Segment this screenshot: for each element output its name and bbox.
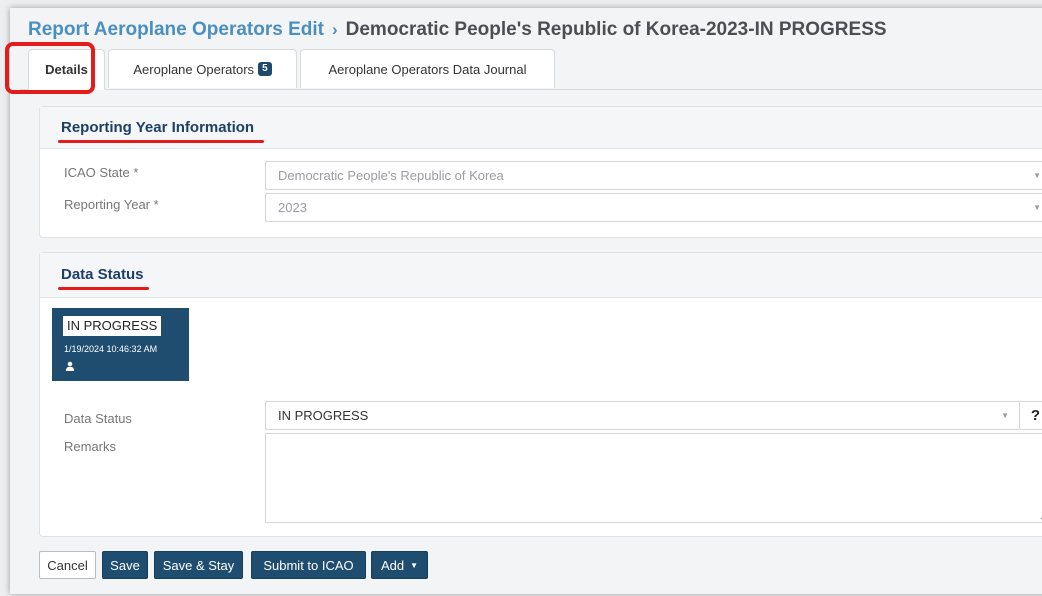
reporting-year-value: 2023 [278, 200, 307, 215]
reporting-year-panel: Reporting Year Information ICAO State * … [39, 106, 1042, 238]
panel-header: Reporting Year Information [40, 107, 1042, 149]
reporting-year-label: Reporting Year * [64, 197, 159, 212]
cancel-button[interactable]: Cancel [39, 551, 96, 579]
tab-data-journal-label: Aeroplane Operators Data Journal [328, 61, 527, 77]
tab-details-label: Details [45, 62, 88, 77]
help-button[interactable]: ? [1020, 401, 1042, 430]
caret-down-icon: ▼ [410, 560, 419, 570]
submit-to-icao-button[interactable]: Submit to ICAO [251, 551, 366, 579]
panel-title: Data Status [61, 266, 144, 283]
panel-title: Reporting Year Information [61, 119, 255, 136]
tab-data-journal[interactable]: Aeroplane Operators Data Journal [300, 49, 555, 88]
page-title: Democratic People's Republic of Korea-20… [345, 19, 887, 40]
tab-aeroplane-operators-label: Aeroplane Operators [133, 61, 255, 77]
tab-details[interactable]: Details [28, 49, 105, 90]
add-dropdown-button[interactable]: Add ▼ [371, 551, 428, 579]
breadcrumb: Report Aeroplane Operators Edit › Democrat… [28, 19, 887, 41]
reporting-year-select[interactable]: 2023 ▼ [265, 193, 1042, 222]
breadcrumb-separator-icon: › [331, 20, 338, 39]
add-button-label: Add [380, 557, 405, 573]
count-badge: 5 [258, 62, 272, 76]
data-status-value: IN PROGRESS [278, 408, 369, 423]
data-status-select[interactable]: IN PROGRESS ▼ [265, 401, 1020, 430]
caret-down-icon: ▼ [1001, 411, 1009, 420]
caret-down-icon: ▼ [1033, 203, 1041, 212]
tab-bar: Details Aeroplane Operators 5 Aeroplane … [20, 49, 1042, 90]
data-status-label: Data Status [64, 411, 132, 426]
icao-state-label: ICAO State * [64, 165, 139, 180]
icao-state-select[interactable]: Democratic People's Republic of Korea ▼ [265, 161, 1042, 190]
remarks-textarea[interactable] [265, 433, 1042, 523]
status-history-card: IN PROGRESS 1/19/2024 10:46:32 AM [52, 308, 189, 381]
icao-state-value: Democratic People's Republic of Korea [278, 168, 504, 183]
app-window: Report Aeroplane Operators Edit › Democrat… [10, 8, 1042, 594]
annotation-underline [58, 287, 149, 290]
caret-down-icon: ▼ [1033, 171, 1041, 180]
tab-aeroplane-operators[interactable]: Aeroplane Operators 5 [108, 49, 297, 88]
status-timestamp: 1/19/2024 10:46:32 AM [64, 344, 158, 354]
save-and-stay-button[interactable]: Save & Stay [154, 551, 243, 579]
status-badge: IN PROGRESS [63, 316, 162, 336]
panel-header: Data Status [40, 253, 1042, 298]
remarks-label: Remarks [64, 439, 117, 454]
annotation-underline [58, 140, 264, 143]
user-icon [65, 361, 75, 371]
breadcrumb-parent-link[interactable]: Report Aeroplane Operators Edit [28, 19, 324, 40]
data-status-panel: Data Status IN PROGRESS 1/19/2024 10:46:… [39, 252, 1042, 537]
save-button[interactable]: Save [102, 551, 148, 579]
